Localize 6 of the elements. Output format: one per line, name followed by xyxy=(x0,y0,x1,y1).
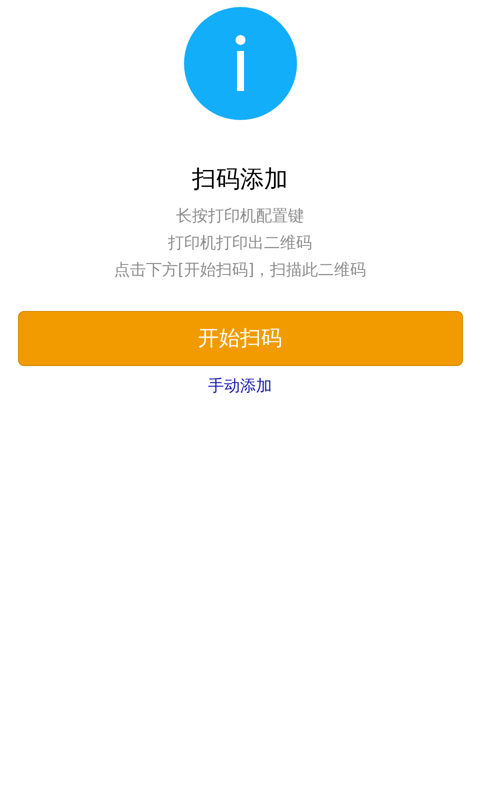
instruction-text: 长按打印机配置键 xyxy=(176,205,304,227)
instruction-text: 点击下方[开始扫码]，扫描此二维码 xyxy=(114,259,366,281)
instruction-text: 打印机打印出二维码 xyxy=(168,232,312,254)
page-title: 扫码添加 xyxy=(192,164,288,194)
manual-add-link[interactable]: 手动添加 xyxy=(208,375,272,397)
info-icon xyxy=(184,7,296,120)
